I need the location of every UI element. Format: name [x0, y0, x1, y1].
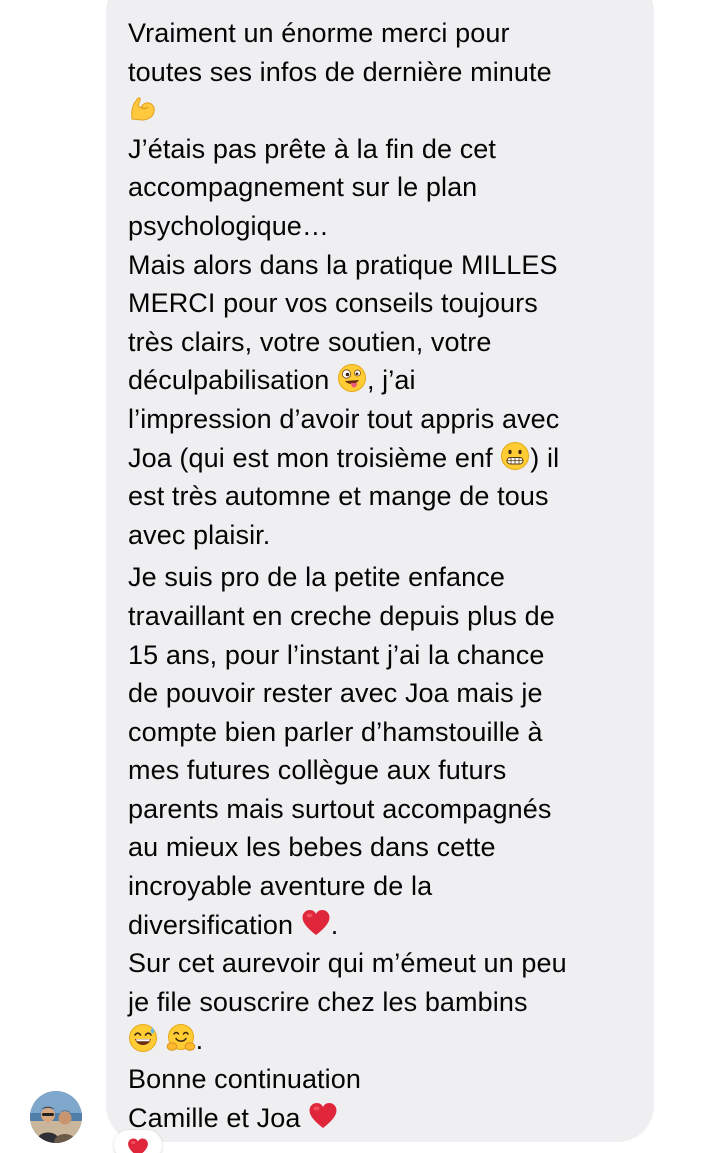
message-line: Camille et Joa: [128, 1099, 638, 1138]
message-fragment: , j’ai: [366, 365, 416, 396]
message-line: Je suis pro de la petite enfance: [128, 562, 505, 593]
message-line: toutes ses infos de dernière minute: [128, 56, 552, 87]
message-line: avec plaisir.: [128, 519, 271, 550]
message-line: compte bien parler d’hamstouille à: [128, 716, 543, 747]
reaction-badge[interactable]: [114, 1130, 162, 1153]
red-heart-icon: [308, 1101, 338, 1131]
message-line: Mais alors dans la pratique MILLES: [128, 249, 558, 280]
message-line: Joa (qui est mon troisième enf ) il: [128, 439, 638, 478]
message-line: déculpabilisation , j’ai: [128, 361, 638, 400]
message-line: psychologique…: [128, 210, 330, 241]
message-line: .: [128, 1021, 638, 1060]
grinning-sweat-face-icon: [128, 1023, 158, 1053]
flexed-biceps-icon: [128, 93, 158, 123]
message-line: Sur cet aurevoir qui m’émeut un peu: [128, 948, 567, 979]
message-line: l’impression d’avoir tout appris avec: [128, 403, 560, 434]
message-line: Vraiment un énorme merci pour: [128, 18, 510, 48]
avatar-photo: [30, 1091, 82, 1143]
message-fragment: .: [330, 909, 339, 940]
message-line: J’étais pas prête à la fin de cet: [128, 133, 497, 164]
message-fragment: diversification: [128, 909, 294, 940]
message-line: diversification .: [128, 906, 638, 945]
message-fragment: ) il: [530, 442, 560, 473]
message-line: accompagnement sur le plan: [128, 172, 478, 203]
red-heart-icon: [301, 908, 331, 938]
message-line: de pouvoir rester avec Joa mais je: [128, 678, 543, 709]
avatar[interactable]: [30, 1091, 82, 1143]
message-fragment: déculpabilisation: [128, 365, 330, 396]
message-line: est très automne et mange de tous: [128, 481, 549, 512]
message-line: au mieux les bebes dans cette: [128, 832, 496, 863]
grimacing-face-icon: [500, 441, 530, 471]
message-fragment: .: [195, 1025, 204, 1056]
message-line: incroyable aventure de la: [128, 871, 433, 902]
message-line: MERCI pour vos conseils toujours: [128, 288, 538, 319]
message-text: Vraiment un énorme merci pour toutes ses…: [128, 14, 638, 1137]
message-line: travaillant en creche depuis plus de: [128, 600, 555, 631]
zany-face-icon: [337, 363, 367, 393]
message-line: parents mais surtout accompagnés: [128, 793, 552, 824]
message-fragment: Camille et Joa: [128, 1102, 301, 1133]
message-line: je file souscrire chez les bambins: [128, 986, 528, 1017]
message-line: mes futures collègue aux futurs: [128, 755, 507, 786]
red-heart-icon: [127, 1137, 149, 1153]
message-line: très clairs, votre soutien, votre: [128, 326, 492, 357]
hugging-face-icon: [166, 1023, 196, 1053]
message-line: [128, 91, 638, 130]
message-fragment: Joa (qui est mon troisième enf: [128, 442, 493, 473]
message-line: Bonne continuation: [128, 1064, 361, 1095]
message-line: 15 ans, pour l’instant j’ai la chance: [128, 639, 545, 670]
